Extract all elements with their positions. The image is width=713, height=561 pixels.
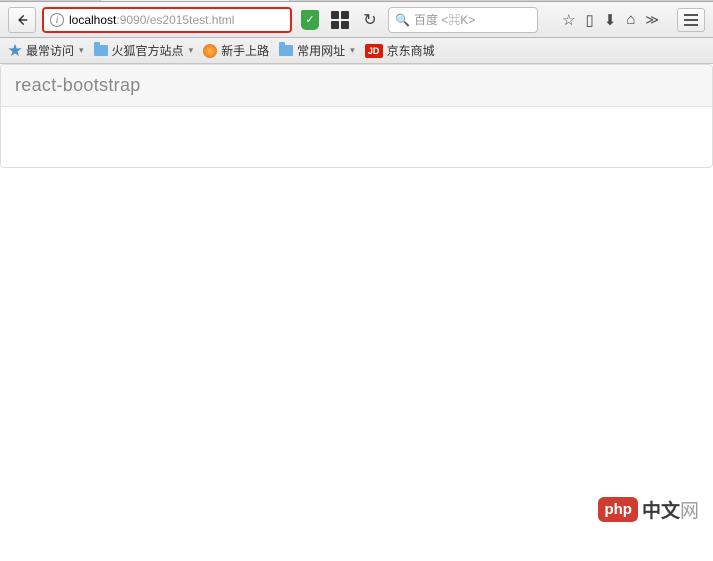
search-icon: 🔍 bbox=[395, 13, 410, 27]
back-button[interactable] bbox=[8, 7, 36, 33]
watermark-badge: php bbox=[598, 497, 638, 522]
menu-button[interactable] bbox=[677, 8, 705, 32]
star-icon bbox=[8, 44, 22, 58]
bookmark-newbie[interactable]: 新手上路 bbox=[203, 42, 269, 59]
reload-icon: ↻ bbox=[363, 10, 376, 30]
folder-icon bbox=[94, 45, 108, 56]
chevron-down-icon: ▾ bbox=[350, 45, 355, 56]
chevron-down-icon: ▾ bbox=[189, 45, 194, 56]
url-text: localhost:9090/es2015test.html bbox=[69, 13, 234, 27]
panel: react-bootstrap bbox=[0, 64, 713, 168]
firefox-icon bbox=[203, 44, 217, 58]
overflow-icon[interactable]: ≫ bbox=[645, 12, 659, 28]
reload-button[interactable]: ↻ bbox=[358, 8, 382, 32]
panel-heading: react-bootstrap bbox=[1, 65, 712, 107]
search-box[interactable]: 🔍 百度 <⌘K> bbox=[388, 7, 538, 33]
info-icon[interactable]: i bbox=[50, 13, 64, 27]
watermark: php 中文网 bbox=[598, 496, 699, 523]
bookmark-firefox-official[interactable]: 火狐官方站点 ▾ bbox=[94, 42, 194, 59]
arrow-left-icon bbox=[15, 13, 29, 27]
url-path: /es2015test.html bbox=[146, 13, 234, 27]
bookmark-label: 常用网址 bbox=[297, 42, 345, 59]
url-bar[interactable]: i localhost:9090/es2015test.html bbox=[42, 7, 292, 33]
toolbar-right: ☆ ▯ ⬇ ⌂ ≫ bbox=[562, 8, 705, 32]
home-icon[interactable]: ⌂ bbox=[626, 11, 635, 28]
bookmark-label: 新手上路 bbox=[221, 42, 269, 59]
bookmark-label: 火狐官方站点 bbox=[112, 42, 184, 59]
window-chrome: es2105的写法 × + bbox=[0, 0, 713, 2]
bookmark-label: 京东商城 bbox=[387, 42, 435, 59]
tab-strip: es2105的写法 × + bbox=[0, 0, 713, 2]
chevron-down-icon: ▾ bbox=[79, 45, 84, 56]
bookmark-most-visited[interactable]: 最常访问 ▾ bbox=[8, 42, 84, 59]
nav-toolbar: i localhost:9090/es2015test.html ✓ ↻ 🔍 百… bbox=[0, 2, 713, 38]
security-shield-button[interactable]: ✓ bbox=[298, 8, 322, 32]
watermark-text: 中文网 bbox=[642, 496, 699, 523]
url-host: localhost bbox=[69, 13, 116, 27]
downloads-icon[interactable]: ⬇ bbox=[604, 11, 617, 29]
shield-icon: ✓ bbox=[301, 10, 319, 30]
qr-code-button[interactable] bbox=[328, 8, 352, 32]
bookmark-label: 最常访问 bbox=[26, 42, 74, 59]
bookmark-common-sites[interactable]: 常用网址 ▾ bbox=[279, 42, 355, 59]
qr-icon bbox=[331, 11, 349, 29]
bookmarks-toolbar: 最常访问 ▾ 火狐官方站点 ▾ 新手上路 常用网址 ▾ JD 京东商城 bbox=[0, 38, 713, 64]
new-tab-button[interactable]: + bbox=[294, 0, 320, 1]
page-content: react-bootstrap bbox=[0, 64, 713, 168]
reading-list-icon[interactable]: ▯ bbox=[585, 11, 593, 29]
bookmark-star-icon[interactable]: ☆ bbox=[562, 11, 575, 29]
panel-body bbox=[1, 107, 712, 167]
search-placeholder: 百度 <⌘K> bbox=[414, 11, 475, 28]
bookmark-jd[interactable]: JD 京东商城 bbox=[365, 42, 435, 59]
folder-icon bbox=[279, 45, 293, 56]
browser-tab[interactable]: es2105的写法 × bbox=[100, 0, 290, 1]
url-port: :9090 bbox=[116, 13, 146, 27]
jd-icon: JD bbox=[365, 44, 383, 58]
